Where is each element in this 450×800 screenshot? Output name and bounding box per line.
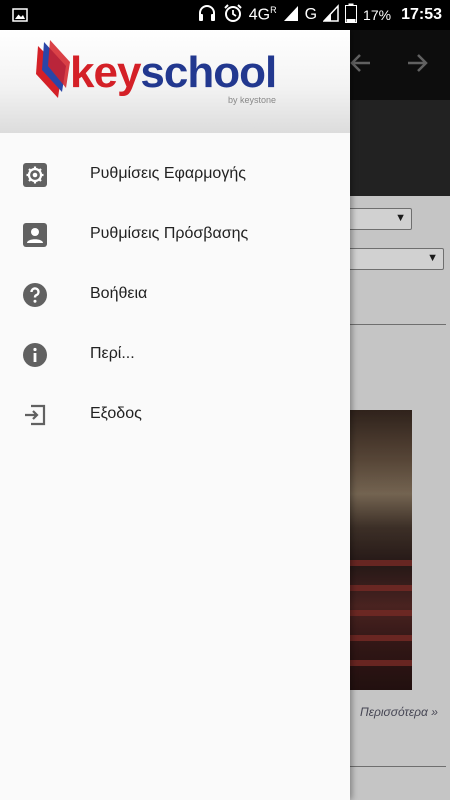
navigation-drawer: keyschool by keystone Ρυθμίσεις Εφαρμογή…: [0, 30, 350, 800]
drawer-header: keyschool by keystone: [0, 30, 350, 133]
menu-item-label: Εξοδος: [90, 405, 142, 422]
signal-icon-2: [322, 3, 339, 27]
help-icon: [23, 283, 47, 307]
logo-tagline: by keystone: [228, 95, 277, 105]
status-bar: 4GR G 17% 17:53: [0, 0, 450, 30]
drawer-menu: Ρυθμίσεις Εφαρμογής Ρυθμίσεις Πρόσβασης: [0, 145, 350, 445]
menu-item-label: Βοήθεια: [90, 285, 148, 302]
menu-item-access-settings[interactable]: Ρυθμίσεις Πρόσβασης: [0, 205, 350, 265]
account-box-icon: [23, 223, 47, 247]
drawer-scrim[interactable]: [350, 30, 450, 800]
clock: 17:53: [401, 6, 442, 23]
headphones-icon: [197, 3, 217, 28]
network-type-2: G: [304, 6, 318, 23]
battery-percentage: 17%: [363, 7, 392, 23]
menu-item-label: Ρυθμίσεις Εφαρμογής: [90, 165, 246, 182]
menu-item-label: Περί...: [90, 345, 135, 362]
gear-icon: [23, 163, 47, 187]
menu-item-exit[interactable]: Εξοδος: [0, 385, 350, 445]
alarm-icon: [223, 3, 243, 28]
menu-item-app-settings[interactable]: Ρυθμίσεις Εφαρμογής: [0, 145, 350, 205]
menu-item-label: Ρυθμίσεις Πρόσβασης: [90, 225, 249, 242]
battery-icon: [345, 3, 358, 28]
exit-icon: [23, 403, 47, 427]
logo-wordmark: keyschool: [70, 48, 277, 97]
network-type: 4GR: [248, 5, 277, 24]
keyschool-logo: keyschool by keystone: [36, 38, 286, 118]
menu-item-about[interactable]: Περί...: [0, 325, 350, 385]
info-icon: [23, 343, 47, 367]
signal-icon: [283, 4, 299, 27]
menu-item-help[interactable]: Βοήθεια: [0, 265, 350, 325]
image-notification-icon: [12, 7, 28, 28]
